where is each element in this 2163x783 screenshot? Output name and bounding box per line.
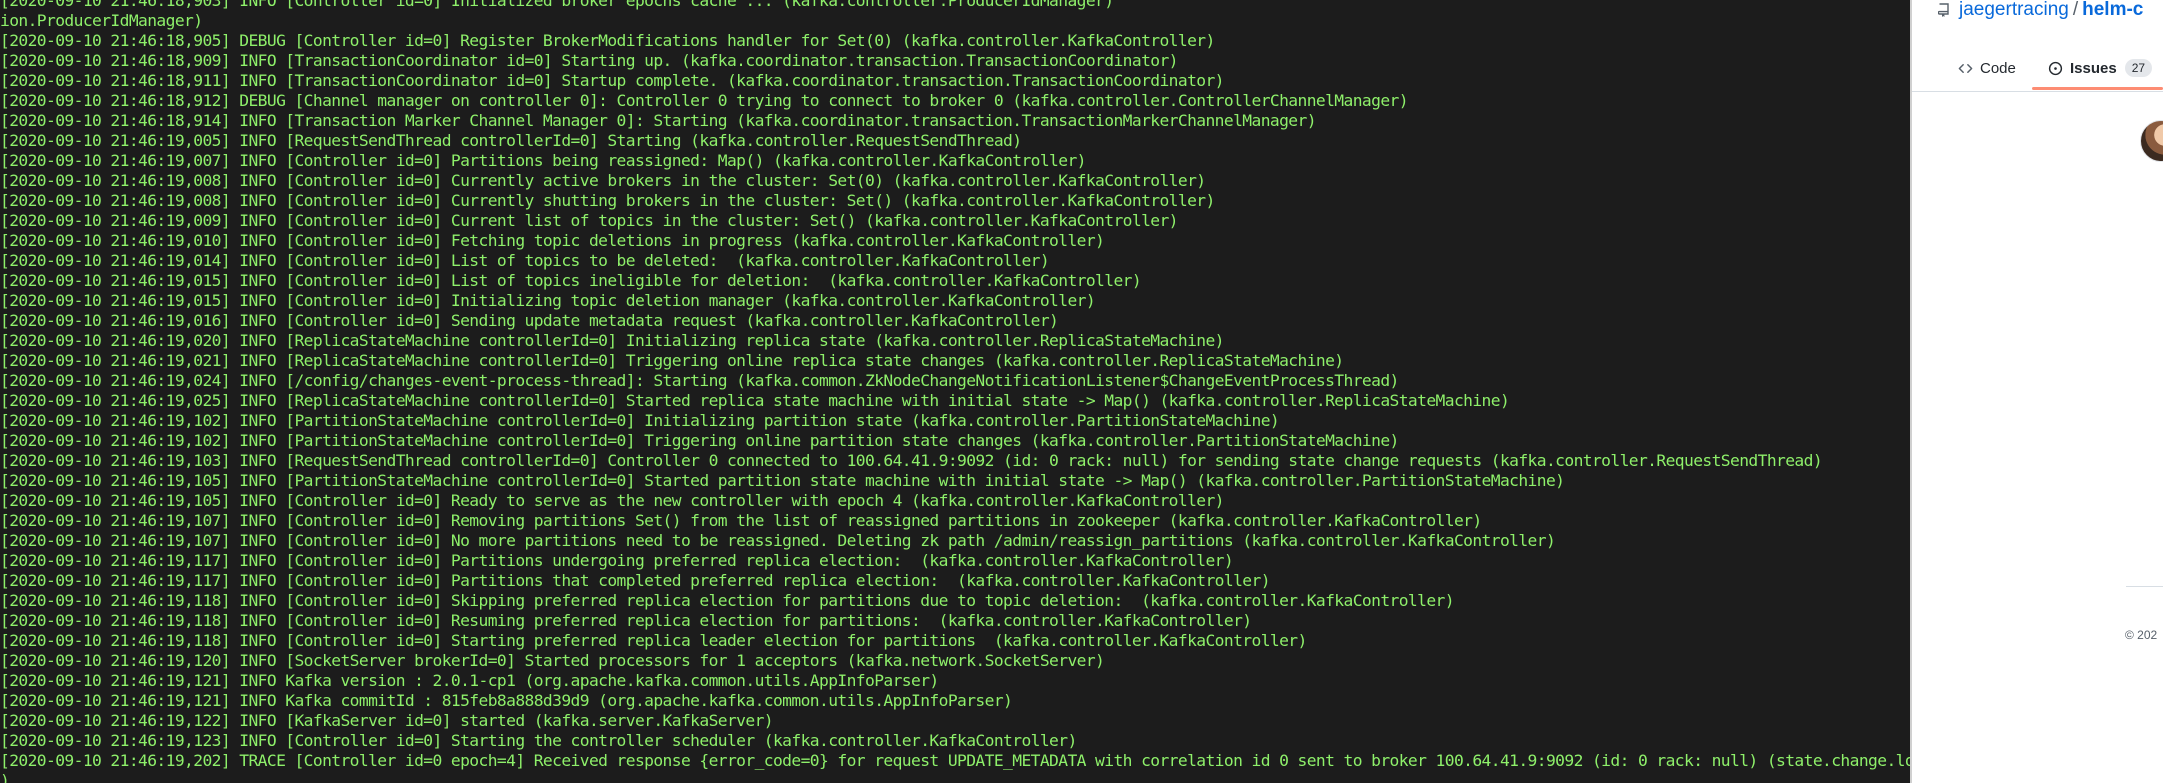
- log-line: [2020-09-10 21:46:19,105] INFO [Controll…: [0, 491, 1224, 510]
- log-line: [2020-09-10 21:46:19,010] INFO [Controll…: [0, 231, 1105, 250]
- log-line: [2020-09-10 21:46:19,005] INFO [RequestS…: [0, 131, 1022, 150]
- terminal-window[interactable]: [2020-09-10 21:46:18,903] INFO [Controll…: [0, 0, 1910, 783]
- log-line: [2020-09-10 21:46:19,015] INFO [Controll…: [0, 271, 1142, 290]
- log-line: [2020-09-10 21:46:19,107] INFO [Controll…: [0, 511, 1482, 530]
- log-line: [2020-09-10 21:46:19,009] INFO [Controll…: [0, 211, 1178, 230]
- log-line: [2020-09-10 21:46:19,118] INFO [Controll…: [0, 611, 1252, 630]
- log-line: [2020-09-10 21:46:18,912] DEBUG [Channel…: [0, 91, 1409, 110]
- tab-issues[interactable]: Issues 27: [2048, 53, 2153, 83]
- log-line: [2020-09-10 21:46:19,008] INFO [Controll…: [0, 191, 1215, 210]
- log-line: [2020-09-10 21:46:19,105] INFO [Partitio…: [0, 471, 1565, 490]
- tab-code-label: Code: [1980, 59, 2016, 77]
- terminal-log-output: [2020-09-10 21:46:18,903] INFO [Controll…: [0, 0, 1910, 783]
- log-line: [2020-09-10 21:46:19,107] INFO [Controll…: [0, 531, 1556, 550]
- repo-nav-tabs: Code Issues 27: [1912, 45, 2163, 92]
- code-icon: [1958, 63, 1973, 73]
- log-line: [2020-09-10 21:46:19,122] INFO [KafkaSer…: [0, 711, 774, 730]
- log-line: [2020-09-10 21:46:19,016] INFO [Controll…: [0, 311, 1059, 330]
- log-line: [2020-09-10 21:46:18,903] INFO [Controll…: [0, 0, 1114, 10]
- avatar[interactable]: [2140, 120, 2163, 162]
- repo-separator: /: [2072, 0, 2079, 20]
- log-line: [2020-09-10 21:46:19,123] INFO [Controll…: [0, 731, 1077, 750]
- log-line: [2020-09-10 21:46:19,102] INFO [Partitio…: [0, 431, 1399, 450]
- log-line: [2020-09-10 21:46:19,024] INFO [/config/…: [0, 371, 1399, 390]
- log-line: [2020-09-10 21:46:19,102] INFO [Partitio…: [0, 411, 1280, 430]
- log-line: [2020-09-10 21:46:19,014] INFO [Controll…: [0, 251, 1050, 270]
- log-line: [2020-09-10 21:46:19,021] INFO [ReplicaS…: [0, 351, 1344, 370]
- log-line: [2020-09-10 21:46:19,118] INFO [Controll…: [0, 631, 1307, 650]
- log-line: [2020-09-10 21:46:18,914] INFO [Transact…: [0, 111, 1317, 130]
- footer-copyright: © 202: [2125, 628, 2158, 642]
- log-line: [2020-09-10 21:46:19,121] INFO Kafka com…: [0, 691, 1013, 710]
- log-line: ): [0, 771, 10, 783]
- log-line: [2020-09-10 21:46:19,007] INFO [Controll…: [0, 151, 1086, 170]
- log-line: [2020-09-10 21:46:19,121] INFO Kafka ver…: [0, 671, 939, 690]
- repo-breadcrumb: jaegertracing / helm-c: [1938, 0, 2143, 20]
- repo-icon: [1938, 3, 1949, 17]
- log-line: [2020-09-10 21:46:19,020] INFO [ReplicaS…: [0, 331, 1224, 350]
- log-line: [2020-09-10 21:46:19,025] INFO [ReplicaS…: [0, 391, 1510, 410]
- log-line: [2020-09-10 21:46:19,202] TRACE [Control…: [0, 751, 1910, 770]
- log-line: [2020-09-10 21:46:19,117] INFO [Controll…: [0, 551, 1234, 570]
- log-line: [2020-09-10 21:46:18,909] INFO [Transact…: [0, 51, 1178, 70]
- log-line: ion.ProducerIdManager): [0, 11, 203, 30]
- footer-divider: [2126, 586, 2163, 587]
- log-line: [2020-09-10 21:46:19,008] INFO [Controll…: [0, 171, 1206, 190]
- issues-count-badge: 27: [2124, 59, 2153, 77]
- repo-name-link[interactable]: helm-c: [2082, 0, 2143, 21]
- log-line: [2020-09-10 21:46:18,911] INFO [Transact…: [0, 71, 1224, 90]
- log-line: [2020-09-10 21:46:19,118] INFO [Controll…: [0, 591, 1455, 610]
- log-line: [2020-09-10 21:46:19,120] INFO [SocketSe…: [0, 651, 1105, 670]
- tab-issues-label: Issues: [2070, 59, 2117, 77]
- active-tab-indicator: [2032, 87, 2163, 90]
- tab-code[interactable]: Code: [1958, 53, 2016, 83]
- log-line: [2020-09-10 21:46:18,905] DEBUG [Control…: [0, 31, 1215, 50]
- issues-icon: [2048, 61, 2063, 75]
- log-line: [2020-09-10 21:46:19,015] INFO [Controll…: [0, 291, 1096, 310]
- github-window: jaegertracing / helm-c Code Issues 27 © …: [1912, 0, 2163, 783]
- log-line: [2020-09-10 21:46:19,117] INFO [Controll…: [0, 571, 1271, 590]
- log-line: [2020-09-10 21:46:19,103] INFO [RequestS…: [0, 451, 1823, 470]
- repo-owner-link[interactable]: jaegertracing: [1959, 0, 2069, 21]
